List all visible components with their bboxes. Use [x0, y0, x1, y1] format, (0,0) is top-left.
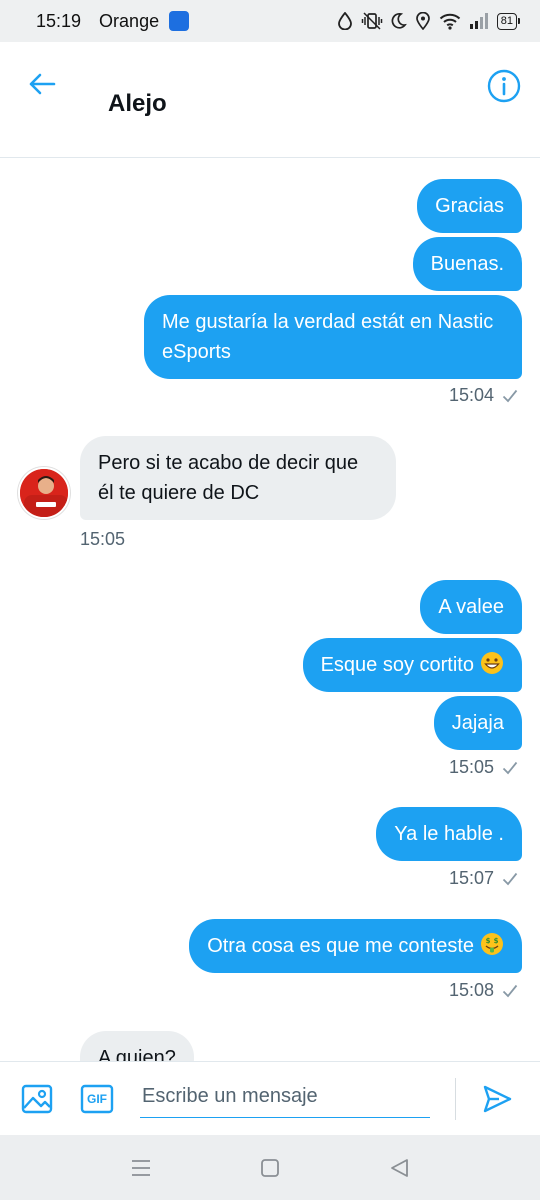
message-meta: 15:05 [449, 757, 518, 778]
square-icon [261, 1159, 279, 1177]
moon-icon [391, 12, 407, 29]
check-icon [502, 984, 518, 997]
battery-level: 81 [496, 12, 517, 30]
message-bubble-outgoing[interactable]: Otra cosa es que me conteste $ $ [189, 919, 522, 973]
home-button[interactable] [257, 1155, 283, 1181]
avatar-image [20, 469, 68, 517]
message-bubble-outgoing[interactable]: Me gustaría la verdad estát en Nastic eS… [144, 295, 522, 379]
app-notification-icon [169, 11, 190, 31]
message-bubble-outgoing[interactable]: Esque soy cortito [302, 638, 522, 692]
message-bubble-outgoing[interactable]: Ya le hable . [376, 807, 522, 861]
message-bubble-outgoing[interactable]: Buenas. [412, 237, 522, 291]
check-icon [502, 389, 518, 402]
message-meta: 15:05 [80, 529, 125, 550]
message-input[interactable] [140, 1076, 430, 1118]
message-meta: 15:04 [449, 385, 518, 406]
message-bubble-incoming[interactable]: Pero si te acabo de decir que él te quie… [80, 436, 396, 520]
message-bubble-outgoing[interactable]: Gracias [417, 179, 522, 233]
message-text: Jajaja [451, 712, 504, 734]
water-drop-icon [337, 12, 352, 30]
send-button[interactable] [478, 1080, 516, 1118]
add-photo-button[interactable] [18, 1080, 56, 1118]
check-icon [502, 761, 518, 774]
message-time: 15:05 [448, 757, 494, 777]
location-icon [415, 12, 430, 30]
message-text: A quien? [98, 1047, 176, 1061]
message-bubble-incoming[interactable]: A quien? [80, 1031, 194, 1061]
message-text: A valee [438, 596, 504, 618]
status-carrier: Orange [99, 10, 160, 31]
message-text: Pero si te acabo de decir que él te quie… [98, 452, 359, 504]
conversation-header: Alejo [0, 42, 540, 158]
message-text: Gracias [435, 195, 504, 217]
message-bubble-outgoing[interactable]: A valee [420, 580, 522, 634]
message-text: Buenas. [430, 253, 504, 275]
message-meta: 15:08 [449, 980, 518, 1001]
triangle-back-icon [391, 1159, 408, 1177]
svg-text:$: $ [486, 937, 491, 945]
message-text: Ya le hable . [394, 823, 504, 845]
info-icon [487, 69, 521, 103]
message-meta: 15:07 [449, 868, 518, 889]
svg-text:$: $ [494, 937, 499, 945]
message-text: Otra cosa es que me conteste [207, 935, 474, 957]
gif-label: GIF [87, 1092, 107, 1106]
menu-icon [132, 1160, 150, 1176]
status-icons: 81 [337, 12, 520, 30]
system-navigation-bar [0, 1135, 540, 1200]
message-text: Esque soy cortito [320, 654, 474, 676]
message-time: 15:05 [80, 529, 126, 549]
back-button[interactable] [22, 64, 62, 104]
info-button[interactable] [484, 66, 524, 106]
add-gif-button[interactable]: GIF [78, 1080, 116, 1118]
message-list: Gracias Buenas. Me gustaría la verdad es… [0, 159, 540, 1061]
send-icon [483, 1085, 512, 1113]
battery-icon: 81 [496, 12, 520, 30]
image-icon [21, 1084, 53, 1114]
back-nav-button[interactable] [386, 1155, 412, 1181]
composer-divider [455, 1078, 456, 1120]
signal-icon [469, 13, 488, 29]
message-composer: GIF [0, 1061, 540, 1135]
arrow-left-icon [29, 73, 56, 95]
vibrate-icon [361, 12, 382, 30]
check-icon [502, 872, 518, 885]
conversation-title: Alejo [108, 90, 167, 117]
wifi-icon [439, 13, 460, 30]
message-time: 15:08 [448, 980, 494, 1000]
message-time: 15:07 [448, 868, 494, 888]
contact-avatar[interactable] [18, 467, 70, 519]
recent-apps-button[interactable] [128, 1155, 154, 1181]
message-bubble-outgoing[interactable]: Jajaja [433, 696, 522, 750]
status-bar: 15:19 Orange 81 [0, 0, 540, 42]
status-time: 15:19 [36, 10, 82, 31]
message-text: Me gustaría la verdad estát en Nastic eS… [162, 311, 494, 363]
message-time: 15:04 [448, 385, 494, 405]
money-mouth-face-emoji-icon: $ $ [481, 933, 503, 955]
grinning-face-emoji-icon [481, 652, 503, 674]
